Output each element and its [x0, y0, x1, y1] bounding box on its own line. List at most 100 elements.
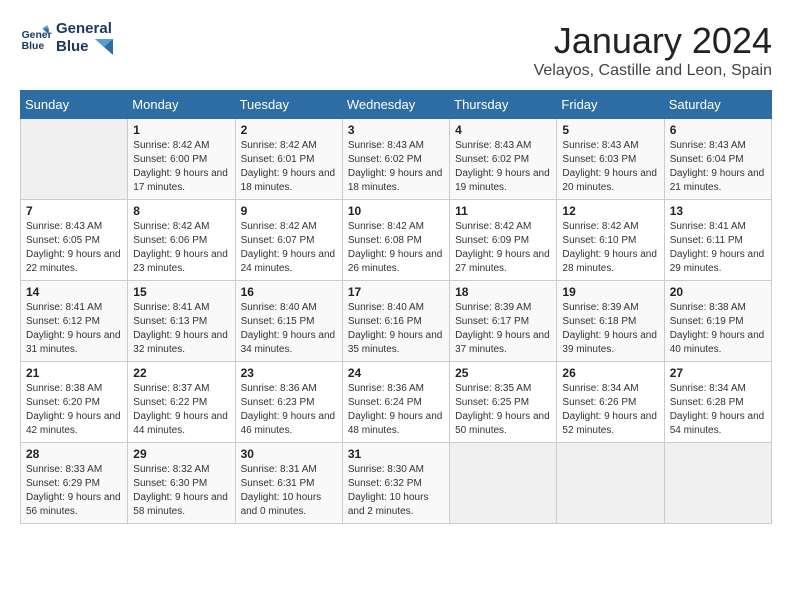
day-detail: Sunrise: 8:38 AM Sunset: 6:20 PM Dayligh…	[26, 382, 122, 438]
calendar-cell	[450, 443, 557, 524]
day-detail: Sunrise: 8:43 AM Sunset: 6:04 PM Dayligh…	[670, 139, 766, 195]
day-number: 19	[562, 285, 658, 299]
calendar-cell: 16Sunrise: 8:40 AM Sunset: 6:15 PM Dayli…	[235, 281, 342, 362]
calendar-week-1: 1 Sunrise: 8:42 AM Sunset: 6:00 PM Daylig…	[21, 119, 772, 200]
day-number: 24	[348, 366, 444, 380]
calendar-cell: 2 Sunrise: 8:42 AM Sunset: 6:01 PM Daylig…	[235, 119, 342, 200]
calendar-cell	[21, 119, 128, 200]
day-detail: Sunrise: 8:41 AM Sunset: 6:11 PM Dayligh…	[670, 220, 766, 276]
calendar-cell: 19 Sunrise: 8:39 AM Sunset: 6:18 PM Dayli…	[557, 281, 664, 362]
calendar-cell	[557, 443, 664, 524]
calendar-cell: 4 Sunrise: 8:43 AM Sunset: 6:02 PM Daylig…	[450, 119, 557, 200]
calendar-cell: 3 Sunrise: 8:43 AM Sunset: 6:02 PM Daylig…	[342, 119, 449, 200]
day-detail: Sunrise: 8:42 AM Sunset: 6:01 PM Dayligh…	[241, 139, 337, 195]
calendar-cell: 31 Sunrise: 8:30 AM Sunset: 6:32 PM Dayli…	[342, 443, 449, 524]
day-number: 29	[133, 447, 229, 461]
day-number: 1	[133, 123, 229, 137]
calendar-cell: 7 Sunrise: 8:43 AM Sunset: 6:05 PM Daylig…	[21, 200, 128, 281]
header-sunday: Sunday	[21, 91, 128, 119]
day-detail: Sunrise: 8:42 AM Sunset: 6:07 PM Dayligh…	[241, 220, 337, 276]
calendar-cell: 24 Sunrise: 8:36 AM Sunset: 6:24 PM Dayli…	[342, 362, 449, 443]
day-detail: Sunrise: 8:36 AM Sunset: 6:23 PM Dayligh…	[241, 382, 337, 438]
header-thursday: Thursday	[450, 91, 557, 119]
calendar-cell: 5 Sunrise: 8:43 AM Sunset: 6:03 PM Daylig…	[557, 119, 664, 200]
day-detail: Sunrise: 8:41 AM Sunset: 6:13 PM Dayligh…	[133, 301, 229, 357]
day-number: 17	[348, 285, 444, 299]
day-number: 12	[562, 204, 658, 218]
header-saturday: Saturday	[664, 91, 771, 119]
calendar-week-3: 14 Sunrise: 8:41 AM Sunset: 6:12 PM Dayli…	[21, 281, 772, 362]
day-detail: Sunrise: 8:38 AM Sunset: 6:19 PM Dayligh…	[670, 301, 766, 357]
day-detail: Sunrise: 8:33 AM Sunset: 6:29 PM Dayligh…	[26, 463, 122, 519]
day-number: 8	[133, 204, 229, 218]
day-detail: Sunrise: 8:37 AM Sunset: 6:22 PM Dayligh…	[133, 382, 229, 438]
day-number: 3	[348, 123, 444, 137]
calendar-cell: 26 Sunrise: 8:34 AM Sunset: 6:26 PM Dayli…	[557, 362, 664, 443]
logo: General Blue General Blue General Blue	[20, 20, 113, 56]
day-detail: Sunrise: 8:42 AM Sunset: 6:00 PM Dayligh…	[133, 139, 229, 195]
day-detail: Sunrise: 8:42 AM Sunset: 6:09 PM Dayligh…	[455, 220, 551, 276]
day-number: 20	[670, 285, 766, 299]
day-detail: Sunrise: 8:43 AM Sunset: 6:03 PM Dayligh…	[562, 139, 658, 195]
calendar-cell: 13 Sunrise: 8:41 AM Sunset: 6:11 PM Dayli…	[664, 200, 771, 281]
title-block: January 2024 Velayos, Castille and Leon,…	[534, 20, 772, 80]
day-detail: Sunrise: 8:34 AM Sunset: 6:28 PM Dayligh…	[670, 382, 766, 438]
day-number: 31	[348, 447, 444, 461]
logo-blue: Blue	[56, 38, 113, 56]
header-tuesday: Tuesday	[235, 91, 342, 119]
day-number: 21	[26, 366, 122, 380]
page-title: January 2024	[534, 20, 772, 62]
day-number: 10	[348, 204, 444, 218]
day-detail: Sunrise: 8:42 AM Sunset: 6:06 PM Dayligh…	[133, 220, 229, 276]
calendar-cell: 17 Sunrise: 8:40 AM Sunset: 6:16 PM Dayli…	[342, 281, 449, 362]
day-detail: Sunrise: 8:43 AM Sunset: 6:02 PM Dayligh…	[455, 139, 551, 195]
calendar-cell: 12Sunrise: 8:42 AM Sunset: 6:10 PM Dayli…	[557, 200, 664, 281]
day-number: 4	[455, 123, 551, 137]
header: General Blue General Blue General Blue J…	[20, 20, 772, 80]
calendar-cell: 28 Sunrise: 8:33 AM Sunset: 6:29 PM Dayli…	[21, 443, 128, 524]
calendar-cell: 23 Sunrise: 8:36 AM Sunset: 6:23 PM Dayli…	[235, 362, 342, 443]
day-number: 18	[455, 285, 551, 299]
calendar-header-row: SundayMondayTuesdayWednesdayThursdayFrid…	[21, 91, 772, 119]
calendar-cell: 6Sunrise: 8:43 AM Sunset: 6:04 PM Daylig…	[664, 119, 771, 200]
calendar-cell: 29Sunrise: 8:32 AM Sunset: 6:30 PM Dayli…	[128, 443, 235, 524]
calendar-cell: 11Sunrise: 8:42 AM Sunset: 6:09 PM Dayli…	[450, 200, 557, 281]
page-subtitle: Velayos, Castille and Leon, Spain	[534, 62, 772, 80]
day-number: 15	[133, 285, 229, 299]
day-number: 5	[562, 123, 658, 137]
calendar-cell: 14 Sunrise: 8:41 AM Sunset: 6:12 PM Dayli…	[21, 281, 128, 362]
day-detail: Sunrise: 8:39 AM Sunset: 6:18 PM Dayligh…	[562, 301, 658, 357]
day-detail: Sunrise: 8:34 AM Sunset: 6:26 PM Dayligh…	[562, 382, 658, 438]
logo-arrow-icon	[95, 39, 113, 55]
calendar-cell: 30 Sunrise: 8:31 AM Sunset: 6:31 PM Dayli…	[235, 443, 342, 524]
day-detail: Sunrise: 8:40 AM Sunset: 6:15 PM Dayligh…	[241, 301, 337, 357]
day-detail: Sunrise: 8:40 AM Sunset: 6:16 PM Dayligh…	[348, 301, 444, 357]
calendar-cell: 9Sunrise: 8:42 AM Sunset: 6:07 PM Daylig…	[235, 200, 342, 281]
calendar-week-4: 21 Sunrise: 8:38 AM Sunset: 6:20 PM Dayli…	[21, 362, 772, 443]
day-number: 14	[26, 285, 122, 299]
day-detail: Sunrise: 8:30 AM Sunset: 6:32 PM Dayligh…	[348, 463, 444, 519]
day-number: 13	[670, 204, 766, 218]
day-detail: Sunrise: 8:43 AM Sunset: 6:05 PM Dayligh…	[26, 220, 122, 276]
day-detail: Sunrise: 8:36 AM Sunset: 6:24 PM Dayligh…	[348, 382, 444, 438]
calendar-cell: 27 Sunrise: 8:34 AM Sunset: 6:28 PM Dayli…	[664, 362, 771, 443]
calendar-cell: 22Sunrise: 8:37 AM Sunset: 6:22 PM Dayli…	[128, 362, 235, 443]
logo-general: General	[56, 20, 113, 38]
day-number: 23	[241, 366, 337, 380]
calendar-table: SundayMondayTuesdayWednesdayThursdayFrid…	[20, 90, 772, 524]
day-number: 27	[670, 366, 766, 380]
day-number: 2	[241, 123, 337, 137]
header-wednesday: Wednesday	[342, 91, 449, 119]
day-detail: Sunrise: 8:31 AM Sunset: 6:31 PM Dayligh…	[241, 463, 337, 519]
day-number: 26	[562, 366, 658, 380]
day-detail: Sunrise: 8:41 AM Sunset: 6:12 PM Dayligh…	[26, 301, 122, 357]
calendar-cell: 18Sunrise: 8:39 AM Sunset: 6:17 PM Dayli…	[450, 281, 557, 362]
day-number: 25	[455, 366, 551, 380]
day-number: 28	[26, 447, 122, 461]
day-detail: Sunrise: 8:43 AM Sunset: 6:02 PM Dayligh…	[348, 139, 444, 195]
svg-text:Blue: Blue	[22, 41, 45, 52]
calendar-cell: 21 Sunrise: 8:38 AM Sunset: 6:20 PM Dayli…	[21, 362, 128, 443]
day-number: 30	[241, 447, 337, 461]
day-number: 7	[26, 204, 122, 218]
calendar-cell: 20 Sunrise: 8:38 AM Sunset: 6:19 PM Dayli…	[664, 281, 771, 362]
